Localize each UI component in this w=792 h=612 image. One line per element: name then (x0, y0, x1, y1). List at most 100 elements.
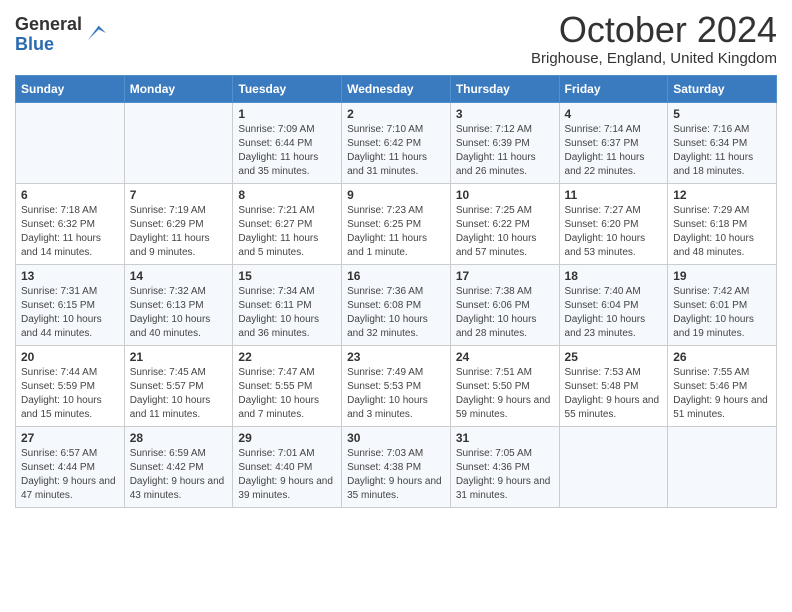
day-info: Sunrise: 6:59 AM Sunset: 4:42 PM Dayligh… (130, 447, 228, 503)
calendar-cell: 10Sunrise: 7:25 AM Sunset: 6:22 PM Dayli… (450, 183, 559, 264)
day-number: 30 (347, 431, 445, 445)
calendar-cell: 22 Sunrise: 7:47 AM Sunset: 5:55 PM Dayli… (233, 345, 342, 426)
day-number: 14 (130, 269, 228, 283)
day-info: Sunrise: 7:47 AM Sunset: 5:55 PM Dayligh… (238, 366, 336, 422)
weekday-header: Wednesday (342, 75, 451, 102)
calendar-cell: 1 Sunrise: 7:09 AM Sunset: 6:44 PM Daylig… (233, 102, 342, 183)
calendar-cell: 6Sunrise: 7:18 AM Sunset: 6:32 PM Daylig… (16, 183, 125, 264)
day-info: Sunrise: 7:32 AM Sunset: 6:13 PM Dayligh… (130, 285, 228, 341)
day-info: Sunrise: 7:03 AM Sunset: 4:38 PM Dayligh… (347, 447, 445, 503)
day-number: 19 (673, 269, 771, 283)
day-info: Sunrise: 7:09 AM Sunset: 6:44 PM Dayligh… (238, 123, 336, 179)
day-number: 25 (565, 350, 663, 364)
calendar-cell (668, 426, 777, 507)
day-info: Sunrise: 7:12 AM Sunset: 6:39 PM Dayligh… (456, 123, 554, 179)
calendar-cell: 31Sunrise: 7:05 AM Sunset: 4:36 PM Dayli… (450, 426, 559, 507)
day-number: 16 (347, 269, 445, 283)
calendar-cell (124, 102, 233, 183)
calendar-cell: 13 Sunrise: 7:31 AM Sunset: 6:15 PM Dayli… (16, 264, 125, 345)
calendar-week-row: 27Sunrise: 6:57 AM Sunset: 4:44 PM Dayli… (16, 426, 777, 507)
calendar-cell: 11Sunrise: 7:27 AM Sunset: 6:20 PM Dayli… (559, 183, 668, 264)
calendar-cell: 20 Sunrise: 7:44 AM Sunset: 5:59 PM Dayli… (16, 345, 125, 426)
calendar-cell: 14 Sunrise: 7:32 AM Sunset: 6:13 PM Dayli… (124, 264, 233, 345)
calendar-cell: 28 Sunrise: 6:59 AM Sunset: 4:42 PM Dayli… (124, 426, 233, 507)
logo: General Blue (15, 15, 106, 55)
day-info: Sunrise: 7:40 AM Sunset: 6:04 PM Dayligh… (565, 285, 663, 341)
day-number: 29 (238, 431, 336, 445)
weekday-header: Saturday (668, 75, 777, 102)
calendar-cell: 16 Sunrise: 7:36 AM Sunset: 6:08 PM Dayli… (342, 264, 451, 345)
day-info: Sunrise: 7:36 AM Sunset: 6:08 PM Dayligh… (347, 285, 445, 341)
weekday-header: Friday (559, 75, 668, 102)
day-info: Sunrise: 7:05 AM Sunset: 4:36 PM Dayligh… (456, 447, 554, 503)
day-info: Sunrise: 7:29 AM Sunset: 6:18 PM Dayligh… (673, 204, 771, 260)
calendar-cell (559, 426, 668, 507)
calendar-cell: 8 Sunrise: 7:21 AM Sunset: 6:27 PM Daylig… (233, 183, 342, 264)
weekday-header: Sunday (16, 75, 125, 102)
day-number: 2 (347, 107, 445, 121)
day-number: 7 (130, 188, 228, 202)
day-number: 28 (130, 431, 228, 445)
calendar-cell: 23 Sunrise: 7:49 AM Sunset: 5:53 PM Dayli… (342, 345, 451, 426)
calendar-cell: 25 Sunrise: 7:53 AM Sunset: 5:48 PM Dayli… (559, 345, 668, 426)
day-number: 17 (456, 269, 554, 283)
day-number: 1 (238, 107, 336, 121)
month-title: October 2024 (531, 10, 777, 50)
calendar-cell: 3 Sunrise: 7:12 AM Sunset: 6:39 PM Daylig… (450, 102, 559, 183)
day-number: 4 (565, 107, 663, 121)
day-info: Sunrise: 7:53 AM Sunset: 5:48 PM Dayligh… (565, 366, 663, 422)
calendar-cell: 30 Sunrise: 7:03 AM Sunset: 4:38 PM Dayli… (342, 426, 451, 507)
day-info: Sunrise: 7:44 AM Sunset: 5:59 PM Dayligh… (21, 366, 119, 422)
day-info: Sunrise: 7:01 AM Sunset: 4:40 PM Dayligh… (238, 447, 336, 503)
calendar-cell: 5Sunrise: 7:16 AM Sunset: 6:34 PM Daylig… (668, 102, 777, 183)
day-info: Sunrise: 7:21 AM Sunset: 6:27 PM Dayligh… (238, 204, 336, 260)
calendar-cell: 27Sunrise: 6:57 AM Sunset: 4:44 PM Dayli… (16, 426, 125, 507)
day-number: 23 (347, 350, 445, 364)
calendar-cell: 9 Sunrise: 7:23 AM Sunset: 6:25 PM Daylig… (342, 183, 451, 264)
calendar-week-row: 20 Sunrise: 7:44 AM Sunset: 5:59 PM Dayli… (16, 345, 777, 426)
day-number: 6 (21, 188, 119, 202)
day-number: 26 (673, 350, 771, 364)
day-number: 18 (565, 269, 663, 283)
day-number: 22 (238, 350, 336, 364)
day-number: 15 (238, 269, 336, 283)
day-number: 9 (347, 188, 445, 202)
logo-text: General Blue (15, 15, 82, 55)
day-info: Sunrise: 7:10 AM Sunset: 6:42 PM Dayligh… (347, 123, 445, 179)
title-block: October 2024 Brighouse, England, United … (531, 10, 777, 67)
calendar-cell: 2 Sunrise: 7:10 AM Sunset: 6:42 PM Daylig… (342, 102, 451, 183)
day-info: Sunrise: 7:16 AM Sunset: 6:34 PM Dayligh… (673, 123, 771, 179)
day-info: Sunrise: 7:19 AM Sunset: 6:29 PM Dayligh… (130, 204, 228, 260)
calendar-week-row: 1 Sunrise: 7:09 AM Sunset: 6:44 PM Daylig… (16, 102, 777, 183)
location: Brighouse, England, United Kingdom (531, 50, 777, 67)
day-info: Sunrise: 7:49 AM Sunset: 5:53 PM Dayligh… (347, 366, 445, 422)
calendar-cell: 17 Sunrise: 7:38 AM Sunset: 6:06 PM Dayli… (450, 264, 559, 345)
calendar-table: SundayMondayTuesdayWednesdayThursdayFrid… (15, 75, 777, 508)
weekday-header: Tuesday (233, 75, 342, 102)
calendar-cell: 29 Sunrise: 7:01 AM Sunset: 4:40 PM Dayli… (233, 426, 342, 507)
calendar-cell: 18 Sunrise: 7:40 AM Sunset: 6:04 PM Dayli… (559, 264, 668, 345)
calendar-week-row: 6Sunrise: 7:18 AM Sunset: 6:32 PM Daylig… (16, 183, 777, 264)
day-info: Sunrise: 7:51 AM Sunset: 5:50 PM Dayligh… (456, 366, 554, 422)
weekday-header: Thursday (450, 75, 559, 102)
day-info: Sunrise: 7:34 AM Sunset: 6:11 PM Dayligh… (238, 285, 336, 341)
day-number: 3 (456, 107, 554, 121)
day-number: 10 (456, 188, 554, 202)
day-number: 20 (21, 350, 119, 364)
calendar-cell: 4Sunrise: 7:14 AM Sunset: 6:37 PM Daylig… (559, 102, 668, 183)
day-number: 12 (673, 188, 771, 202)
day-info: Sunrise: 6:57 AM Sunset: 4:44 PM Dayligh… (21, 447, 119, 503)
day-info: Sunrise: 7:23 AM Sunset: 6:25 PM Dayligh… (347, 204, 445, 260)
day-info: Sunrise: 7:31 AM Sunset: 6:15 PM Dayligh… (21, 285, 119, 341)
weekday-header: Monday (124, 75, 233, 102)
calendar-cell (16, 102, 125, 183)
day-info: Sunrise: 7:42 AM Sunset: 6:01 PM Dayligh… (673, 285, 771, 341)
day-number: 8 (238, 188, 336, 202)
header-row: SundayMondayTuesdayWednesdayThursdayFrid… (16, 75, 777, 102)
calendar-cell: 19 Sunrise: 7:42 AM Sunset: 6:01 PM Dayli… (668, 264, 777, 345)
day-info: Sunrise: 7:38 AM Sunset: 6:06 PM Dayligh… (456, 285, 554, 341)
day-info: Sunrise: 7:55 AM Sunset: 5:46 PM Dayligh… (673, 366, 771, 422)
day-number: 11 (565, 188, 663, 202)
day-number: 13 (21, 269, 119, 283)
calendar-cell: 15 Sunrise: 7:34 AM Sunset: 6:11 PM Dayli… (233, 264, 342, 345)
